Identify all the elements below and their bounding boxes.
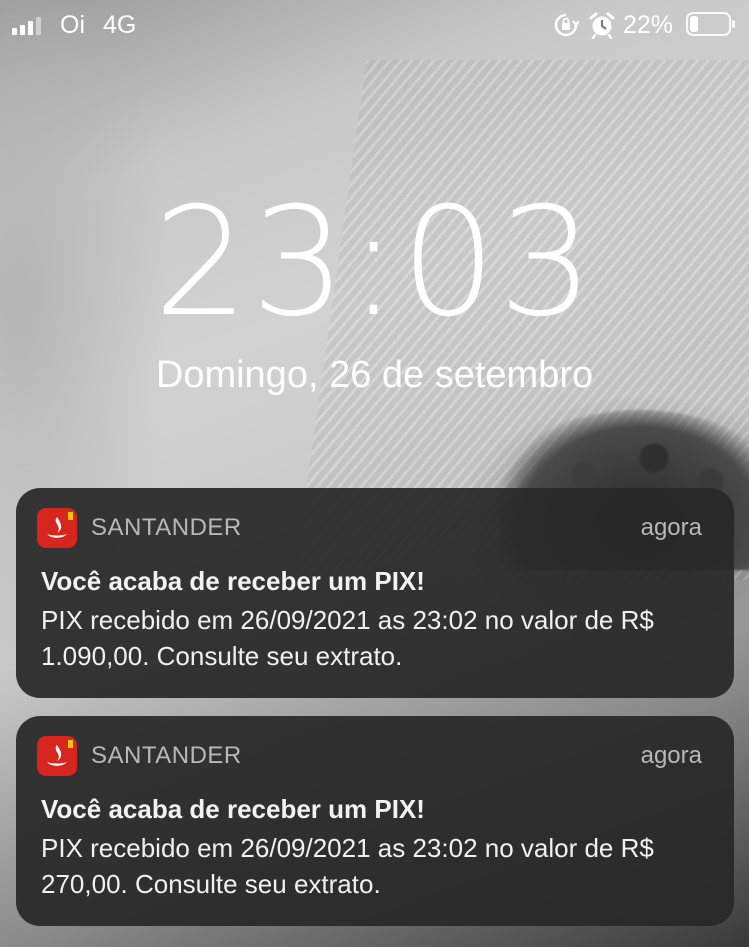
orientation-lock-icon (554, 13, 579, 37)
notification-title: Você acaba de receber um PIX! (41, 794, 425, 824)
notification-time: agora (640, 514, 702, 541)
signal-icon (12, 17, 41, 35)
lock-screen-clock: 23:03 (153, 176, 596, 350)
notification-time: agora (640, 742, 702, 769)
lock-screen-date: Domingo, 26 de setembro (155, 354, 594, 396)
carrier-label: Oi (60, 11, 85, 39)
notification-title: Você acaba de receber um PIX! (41, 566, 425, 596)
santander-flame-icon (37, 508, 77, 548)
notification-app-name: SANTANDER (91, 514, 242, 541)
notification-app-name: SANTANDER (91, 742, 242, 769)
notification-body: PIX recebido em 26/09/2021 as 23:02 no v… (41, 605, 654, 671)
alarm-icon (589, 12, 615, 39)
status-bar: Oi 4G 22% (0, 0, 749, 50)
notification-body: PIX recebido em 26/09/2021 as 23:02 no v… (41, 833, 654, 899)
notification-card[interactable]: SANTANDER agora Você acaba de receber um… (16, 488, 734, 698)
network-type: 4G (103, 11, 137, 39)
battery-icon (686, 12, 735, 36)
santander-flame-icon (37, 736, 77, 776)
notification-card[interactable]: SANTANDER agora Você acaba de receber um… (16, 716, 734, 926)
battery-percent: 22% (623, 11, 674, 39)
